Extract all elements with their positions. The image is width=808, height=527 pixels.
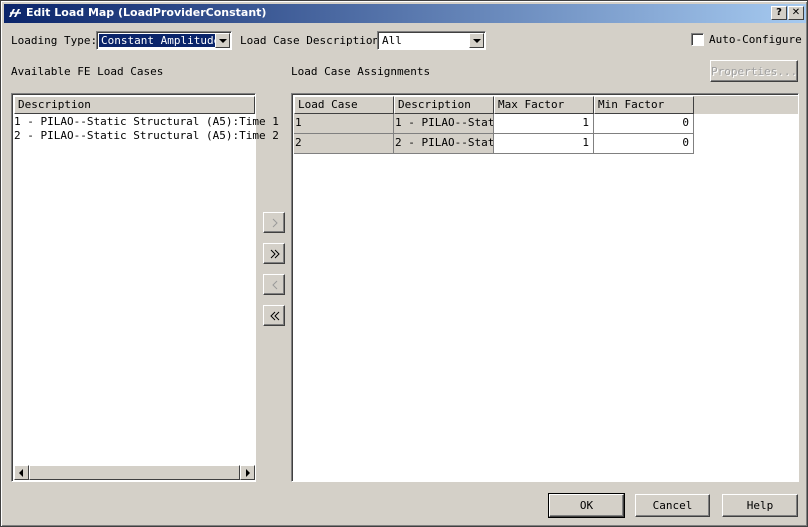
app-logo-icon (9, 9, 21, 17)
horizontal-scrollbar[interactable] (14, 465, 255, 480)
load-case-descriptions-select[interactable]: All (377, 31, 486, 50)
available-description-column-header[interactable]: Description (14, 96, 255, 114)
table-cell-min-factor[interactable]: 0 (594, 114, 694, 134)
available-load-cases-list[interactable]: Description 1 - PILAO--Static Structural… (11, 93, 279, 482)
remove-selected-button[interactable] (263, 274, 285, 295)
column-header-load-case[interactable]: Load Case (294, 96, 394, 114)
available-load-cases-heading: Available FE Load Cases (11, 65, 164, 78)
load-case-descriptions-label: Load Case Descriptions (240, 34, 386, 47)
loading-type-value: Constant Amplitude (99, 34, 223, 47)
remove-all-button[interactable] (263, 305, 285, 326)
table-cell-min-factor[interactable]: 0 (594, 134, 694, 154)
scroll-right-button[interactable] (240, 465, 255, 480)
load-case-assignments-heading: Load Case Assignments (291, 65, 431, 78)
window-title: Edit Load Map (LoadProviderConstant) (26, 6, 267, 19)
loading-type-label: Loading Type: (11, 34, 98, 47)
table-cell-max-factor[interactable]: 1 (494, 114, 594, 134)
add-all-button[interactable] (263, 243, 285, 264)
column-header-max-factor[interactable]: Max Factor (494, 96, 594, 114)
chevron-right-icon (272, 218, 278, 228)
chevron-down-icon (219, 39, 227, 43)
loading-type-select[interactable]: Constant Amplitude (96, 31, 232, 50)
list-item[interactable]: 1 - PILAO--Static Structural (A5):Time 1 (14, 115, 279, 129)
edit-load-map-dialog: Edit Load Map (LoadProviderConstant) ? ✕… (0, 0, 808, 527)
header-filler (694, 96, 798, 114)
auto-configure-checkbox[interactable] (691, 33, 704, 46)
ok-button[interactable]: OK (548, 493, 625, 518)
loading-type-dropdown-button[interactable] (215, 33, 230, 48)
cancel-button[interactable]: Cancel (635, 494, 710, 517)
chevron-down-icon (473, 39, 481, 43)
help-button[interactable]: Help (722, 494, 798, 517)
column-header-min-factor[interactable]: Min Factor (594, 96, 694, 114)
load-case-descriptions-dropdown-button[interactable] (469, 33, 484, 48)
list-item[interactable]: 2 - PILAO--Static Structural (A5):Time 2 (14, 129, 279, 143)
title-bar: Edit Load Map (LoadProviderConstant) ? ✕ (4, 4, 806, 23)
scroll-thumb[interactable] (29, 465, 240, 480)
scroll-right-icon (246, 469, 250, 477)
close-button[interactable]: ✕ (788, 6, 804, 20)
add-selected-button[interactable] (263, 212, 285, 233)
properties-button[interactable]: Properties... (710, 60, 798, 82)
table-cell-description[interactable]: 2 - PILAO--Static Structural (A5):Time 2 (394, 134, 494, 154)
column-header-description[interactable]: Description (394, 96, 494, 114)
table-cell-load-case[interactable]: 2 (294, 134, 394, 154)
table-cell-load-case[interactable]: 1 (294, 114, 394, 134)
scroll-left-icon (19, 469, 23, 477)
auto-configure-label: Auto-Configure (709, 33, 802, 46)
chevron-left-icon (272, 280, 278, 290)
load-case-assignments-grid[interactable]: Load Case Description Max Factor Min Fac… (291, 93, 799, 482)
load-case-descriptions-value: All (382, 34, 402, 47)
table-cell-description[interactable]: 1 - PILAO--Static Structural (A5):Time 1 (394, 114, 494, 134)
double-chevron-left-icon (270, 311, 280, 321)
table-cell-max-factor[interactable]: 1 (494, 134, 594, 154)
help-title-button[interactable]: ? (771, 6, 787, 20)
double-chevron-right-icon (270, 249, 280, 259)
scroll-left-button[interactable] (14, 465, 29, 480)
